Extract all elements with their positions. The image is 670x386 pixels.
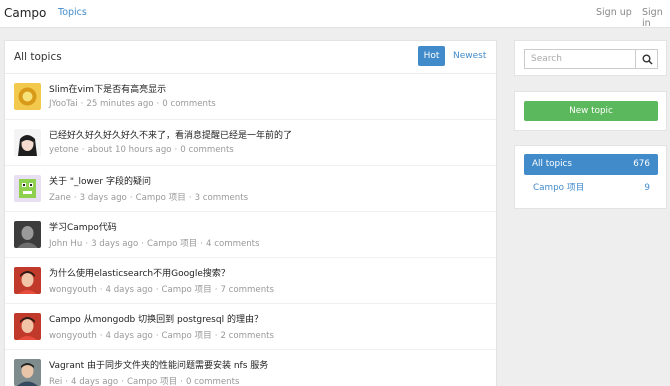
red-photo-avatar-icon[interactable] — [14, 313, 41, 340]
nodes-box: All topics 676 Campo 项目 9 — [514, 145, 667, 209]
anime-avatar-icon[interactable] — [14, 129, 41, 156]
topic-comments[interactable]: 7 comments — [220, 285, 274, 295]
topic-time: 4 days ago — [71, 377, 119, 386]
topic-node[interactable]: Campo 项目 — [161, 331, 211, 341]
topic-title[interactable]: Campo 从mongodb 切换回到 postgresql 的理由？ — [49, 312, 263, 325]
topic-title[interactable]: 学习Campo代码 — [49, 220, 117, 233]
topic-meta: wongyouth · 4 days ago · Campo 项目 · 7 comments — [49, 285, 274, 295]
topic-comments[interactable]: 3 comments — [195, 193, 249, 203]
topic-author[interactable]: wongyouth — [49, 331, 97, 341]
topic-author[interactable]: Rei — [49, 377, 62, 386]
node-label: All topics — [532, 159, 572, 169]
grey-photo-avatar-icon[interactable] — [14, 221, 41, 248]
brand-logo[interactable]: Campo — [4, 6, 46, 20]
topic-row[interactable]: 学习Campo代码 John Hu · 3 days ago · Campo 项目 · 4 … — [5, 212, 496, 258]
topic-comments[interactable]: 2 comments — [220, 331, 274, 341]
person-photo-avatar-icon[interactable] — [14, 359, 41, 386]
new-topic-button[interactable]: New topic — [524, 101, 658, 121]
topic-time: 3 days ago — [91, 239, 139, 249]
topic-author[interactable]: Zane — [49, 193, 71, 203]
topic-author[interactable]: JYooTai — [49, 99, 78, 109]
top-navbar: Campo Topics Sign up Sign in — [0, 0, 670, 29]
topic-time: 4 days ago — [105, 285, 153, 295]
topic-row[interactable]: 已经好久好久好久好久不来了，看消息提醒已经是一年前的了 yetone · about… — [5, 120, 496, 166]
topic-time: 3 days ago — [79, 193, 127, 203]
topic-row[interactable]: 关于 "_lower 字段的疑问 Zane · 3 days ago · Campo 项… — [5, 166, 496, 212]
topic-node[interactable]: Campo 项目 — [127, 377, 177, 386]
search-icon — [642, 54, 653, 65]
topic-meta: yetone · about 10 hours ago · 0 comments — [49, 145, 234, 155]
green-robot-avatar-icon[interactable] — [14, 175, 41, 202]
topic-time: 25 minutes ago — [86, 99, 154, 109]
red-photo-avatar-icon[interactable] — [14, 267, 41, 294]
topic-meta: JYooTai · 25 minutes ago · 0 comments — [49, 99, 216, 109]
topic-row[interactable]: Vagrant 由于同步文件夹的性能问题需要安装 nfs 服务 Rei · 4 da… — [5, 350, 496, 386]
topic-row[interactable]: Campo 从mongodb 切换回到 postgresql 的理由？ wong… — [5, 304, 496, 350]
search-button[interactable] — [635, 49, 658, 69]
topic-title[interactable]: Vagrant 由于同步文件夹的性能问题需要安装 nfs 服务 — [49, 358, 268, 371]
topic-node[interactable]: Campo 项目 — [136, 193, 186, 203]
sign-up-link[interactable]: Sign up — [596, 7, 632, 18]
topic-node[interactable]: Campo 项目 — [161, 285, 211, 295]
node-count: 9 — [644, 183, 650, 193]
topic-node[interactable]: Campo 项目 — [147, 239, 197, 249]
topic-comments[interactable]: 0 comments — [162, 99, 216, 109]
search-box: Search — [514, 40, 667, 76]
topic-comments[interactable]: 0 comments — [180, 145, 234, 155]
topic-author[interactable]: wongyouth — [49, 285, 97, 295]
topic-comments[interactable]: 0 comments — [186, 377, 240, 386]
topic-time: about 10 hours ago — [87, 145, 172, 155]
topic-meta: Rei · 4 days ago · Campo 项目 · 0 comments — [49, 377, 240, 386]
topics-panel: All topics Hot Newest Slim在vim下是否有高亮显示 J… — [4, 40, 497, 386]
page-title: All topics — [14, 51, 62, 63]
topics-panel-header: All topics Hot Newest — [5, 41, 496, 74]
topic-comments[interactable]: 4 comments — [206, 239, 260, 249]
topic-time: 4 days ago — [105, 331, 153, 341]
sign-in-link[interactable]: Sign in — [642, 7, 670, 29]
topic-author[interactable]: John Hu — [49, 239, 82, 249]
topic-meta: Zane · 3 days ago · Campo 项目 · 3 comments — [49, 193, 249, 203]
node-label: Campo 项目 — [533, 183, 585, 193]
topic-title[interactable]: 关于 "_lower 字段的疑问 — [49, 174, 151, 187]
tab-newest[interactable]: Newest — [453, 51, 486, 61]
search-input[interactable]: Search — [524, 49, 635, 69]
node-count: 676 — [633, 159, 650, 169]
topic-title[interactable]: 已经好久好久好久好久不来了，看消息提醒已经是一年前的了 — [49, 128, 292, 141]
topic-author[interactable]: yetone — [49, 145, 79, 155]
nav-topics-link[interactable]: Topics — [58, 7, 87, 18]
topic-meta: wongyouth · 4 days ago · Campo 项目 · 2 comments — [49, 331, 274, 341]
topic-title[interactable]: 为什么使用elasticsearch不用Google搜索？ — [49, 266, 230, 279]
topic-row[interactable]: 为什么使用elasticsearch不用Google搜索？ wongyouth ·… — [5, 258, 496, 304]
new-topic-box: New topic — [514, 91, 667, 131]
topic-row[interactable]: Slim在vim下是否有高亮显示 JYooTai · 25 minutes ago ·… — [5, 74, 496, 120]
node-campo-project[interactable]: Campo 项目 9 — [524, 179, 658, 197]
yellow-avatar-icon[interactable] — [14, 83, 41, 110]
topic-title[interactable]: Slim在vim下是否有高亮显示 — [49, 82, 166, 95]
tab-hot[interactable]: Hot — [418, 46, 445, 66]
topic-meta: John Hu · 3 days ago · Campo 项目 · 4 comments — [49, 239, 260, 249]
node-all-topics[interactable]: All topics 676 — [524, 154, 658, 175]
